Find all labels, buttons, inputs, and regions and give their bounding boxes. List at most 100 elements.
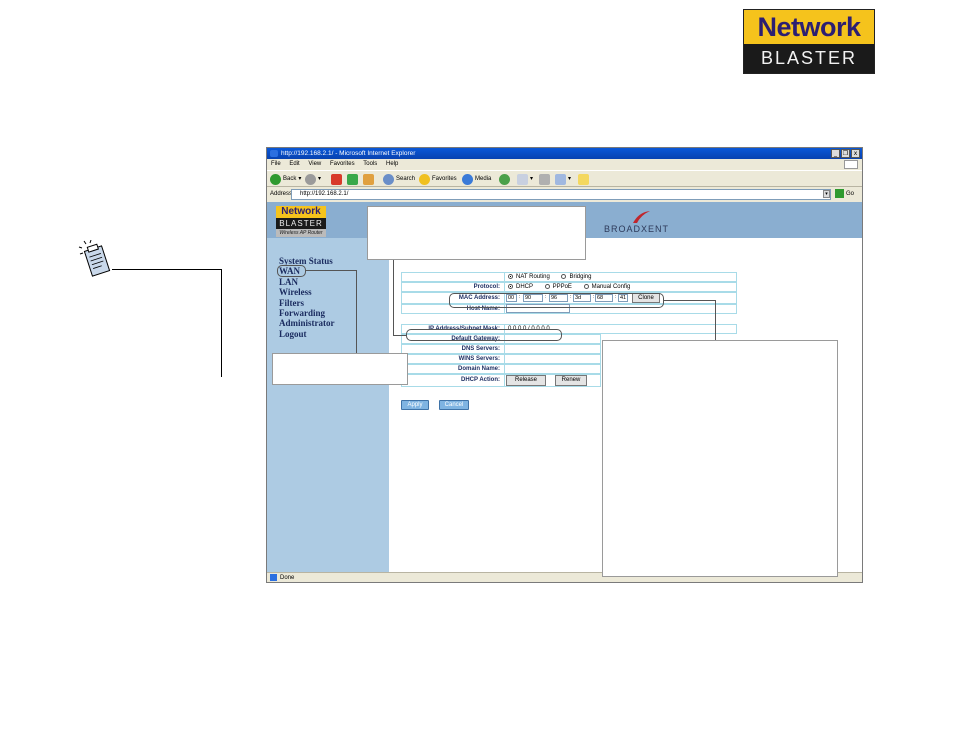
go-arrow-icon (835, 189, 844, 198)
wins-servers-label: WINS Servers: (458, 356, 500, 362)
routing-mode-row: NAT Routing Bridging (401, 272, 737, 282)
apply-button[interactable]: Apply (401, 400, 429, 410)
domain-name-row: Domain Name: (401, 364, 601, 374)
router-logo-subtitle: Wireless AP Router (276, 229, 326, 237)
favorites-label: Favorites (432, 176, 457, 182)
messenger-icon (578, 174, 589, 185)
mail-dropdown-icon: ▾ (530, 176, 534, 182)
ie-icon (270, 150, 278, 157)
back-arrow-icon (270, 174, 281, 185)
maximize-button[interactable]: ❐ (841, 149, 850, 158)
mac-leader-line-vertical (715, 300, 716, 340)
back-label: Back (283, 176, 297, 182)
media-button[interactable]: Media (462, 171, 491, 188)
nav-filters[interactable]: Filters (279, 298, 335, 308)
nav-wireless[interactable]: Wireless (279, 287, 335, 297)
mail-icon (517, 174, 528, 185)
refresh-button[interactable] (347, 171, 358, 188)
stop-button[interactable] (331, 171, 342, 188)
home-button[interactable] (363, 171, 374, 188)
refresh-icon (347, 174, 358, 185)
wan-leader-line-vertical (356, 270, 357, 353)
forward-button[interactable]: ▾ (305, 171, 321, 188)
print-button[interactable] (539, 171, 550, 188)
dhcp-action-label: DHCP Action: (461, 377, 500, 383)
dns-servers-label: DNS Servers: (461, 346, 500, 352)
mac-address-highlight (449, 293, 664, 308)
home-icon (363, 174, 374, 185)
close-button[interactable]: x (851, 149, 860, 158)
note-callout-line (112, 269, 222, 270)
note-callout-line-vertical (221, 269, 222, 377)
bridging-label: Bridging (569, 274, 592, 280)
protocol-row: Protocol: DHCP PPPoE Manual Config (401, 282, 737, 292)
print-icon (539, 174, 550, 185)
edit-button[interactable]: ▾ (555, 171, 571, 188)
menu-file[interactable]: File (271, 161, 281, 167)
nat-routing-label: NAT Routing (516, 274, 550, 280)
menu-help[interactable]: Help (386, 161, 398, 167)
router-logo: Network BLASTER Wireless AP Router (276, 206, 326, 237)
forward-dropdown-icon: ▾ (318, 176, 322, 182)
status-text: Done (280, 575, 295, 581)
media-icon (462, 174, 473, 185)
edit-icon (555, 174, 566, 185)
dns-servers-row: DNS Servers: (401, 344, 601, 354)
history-icon (499, 174, 510, 185)
ip-address-highlight (406, 329, 562, 341)
go-label: Go (846, 191, 855, 198)
mac-leader-line (664, 300, 716, 301)
messenger-button[interactable] (578, 171, 589, 188)
nav-forwarding[interactable]: Forwarding (279, 308, 335, 318)
address-bar: Address http://192.168.2.1/ ▾ Go (267, 188, 862, 201)
menu-favorites[interactable]: Favorites (330, 161, 355, 167)
release-button[interactable]: Release (506, 375, 546, 386)
menu-edit[interactable]: Edit (289, 161, 299, 167)
browser-toolbar: Back ▾ ▾ Search Favorites Media ▾ ▾ (267, 170, 862, 187)
go-button[interactable]: Go (835, 189, 854, 200)
menu-tools[interactable]: Tools (363, 161, 377, 167)
pppoe-radio[interactable] (544, 283, 550, 289)
browser-titlebar: http://192.168.2.1/ - Microsoft Internet… (267, 148, 862, 159)
manual-config-radio[interactable] (583, 283, 589, 289)
mail-button[interactable]: ▾ (517, 171, 533, 188)
renew-button[interactable]: Renew (555, 375, 587, 386)
wan-leader-line (306, 270, 357, 271)
callout-box-top (367, 206, 586, 260)
callout-box-wan (272, 353, 408, 385)
manual-config-label: Manual Config (591, 284, 631, 290)
media-label: Media (475, 176, 492, 182)
back-dropdown-icon: ▾ (298, 176, 302, 182)
nat-routing-radio[interactable] (508, 273, 513, 279)
search-button[interactable]: Search (383, 171, 415, 188)
nav-lan[interactable]: LAN (279, 277, 335, 287)
menu-view[interactable]: View (308, 161, 321, 167)
ip-leader-line-vertical (393, 260, 394, 335)
ip-leader-line (393, 335, 407, 336)
dhcp-label: DHCP (516, 284, 533, 290)
history-button[interactable] (499, 171, 510, 188)
search-icon (383, 174, 394, 185)
domain-name-label: Domain Name: (457, 366, 500, 372)
minimize-button[interactable]: _ (831, 149, 840, 158)
favorites-button[interactable]: Favorites (419, 171, 457, 188)
dhcp-action-row: DHCP Action: Release Renew (401, 374, 601, 387)
address-input[interactable]: http://192.168.2.1/ (291, 189, 831, 200)
callout-box-mac (602, 340, 838, 577)
dhcp-radio[interactable] (508, 283, 513, 289)
back-button[interactable]: Back ▾ (270, 171, 301, 188)
browser-menubar: File Edit View Favorites Tools Help (267, 159, 862, 170)
windows-logo-icon (844, 160, 858, 169)
nav-administrator[interactable]: Administrator (279, 318, 335, 328)
bridging-radio[interactable] (561, 273, 567, 279)
stop-icon (331, 174, 342, 185)
network-blaster-logo: Network BLASTER (743, 9, 875, 74)
address-dropdown-icon[interactable]: ▾ (823, 190, 830, 198)
cancel-button[interactable]: Cancel (439, 400, 469, 410)
edit-dropdown-icon: ▾ (568, 176, 572, 182)
broadxent-brand: BROADXENT (604, 224, 670, 234)
router-logo-blaster: BLASTER (276, 218, 326, 229)
forward-arrow-icon (305, 174, 316, 185)
page-status-icon (270, 573, 277, 581)
nav-logout[interactable]: Logout (279, 329, 335, 339)
